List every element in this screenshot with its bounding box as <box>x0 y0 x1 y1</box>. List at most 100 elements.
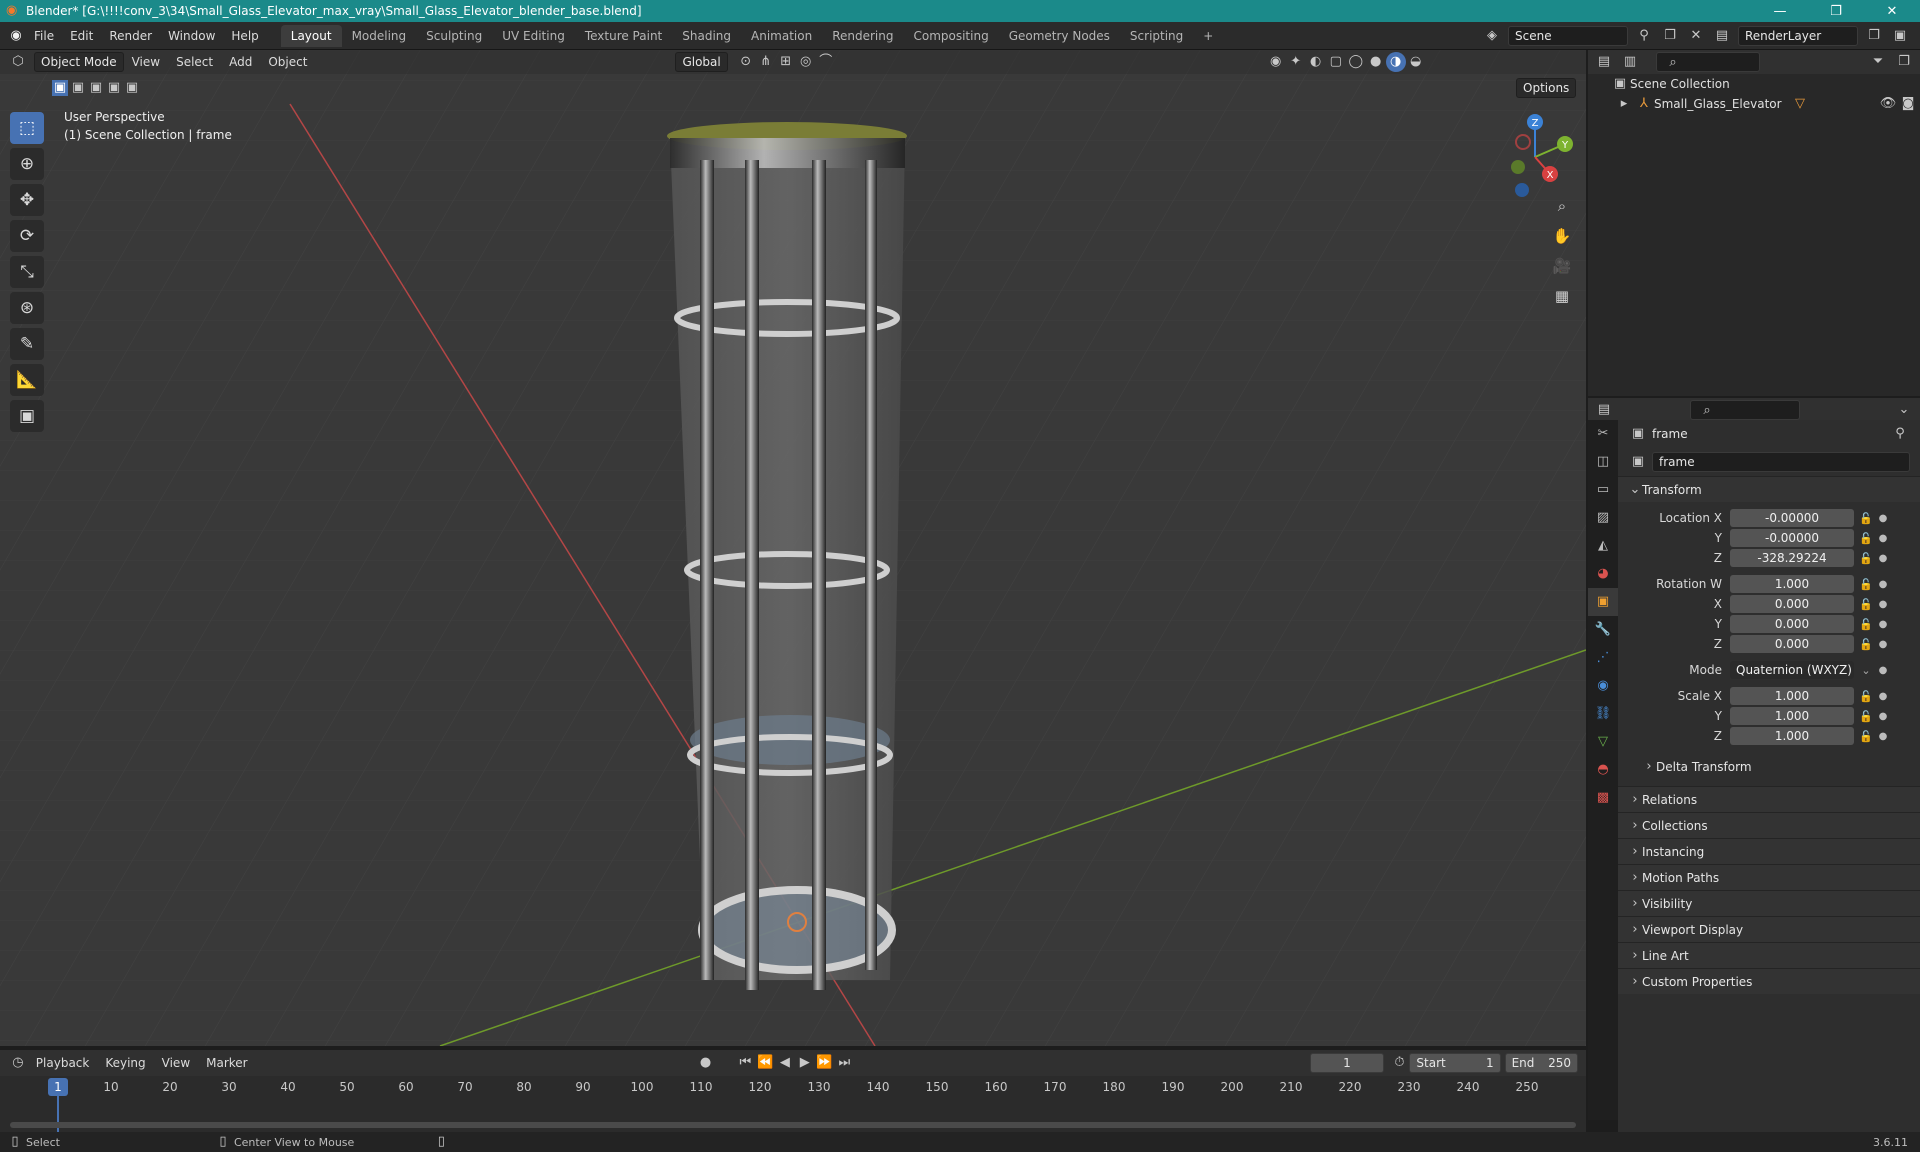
viewport-menu-add[interactable]: Add <box>221 55 260 69</box>
rotation-z-field[interactable]: 0.000 <box>1730 635 1854 653</box>
jump-keyframe-forward-icon[interactable]: ⏩ <box>815 1053 835 1073</box>
lock-icon[interactable]: 🔓 <box>1854 730 1878 743</box>
keyframe-dot-icon[interactable]: ● <box>1878 665 1888 676</box>
menu-render[interactable]: Render <box>101 29 160 43</box>
shading-rendered-icon[interactable]: ◒ <box>1406 52 1426 72</box>
jump-end-icon[interactable]: ⏭ <box>834 1053 854 1073</box>
falloff-icon[interactable]: ⌒ <box>816 52 836 72</box>
motion-paths-panel-header[interactable]: › Motion Paths <box>1618 864 1920 890</box>
close-icon[interactable]: ✕ <box>1864 4 1920 19</box>
scale-y-field[interactable]: 1.000 <box>1730 707 1854 725</box>
collections-panel-header[interactable]: › Collections <box>1618 812 1920 838</box>
material-tab-icon[interactable]: ◓ <box>1588 756 1618 784</box>
keyframe-dot-icon[interactable]: ● <box>1878 599 1888 610</box>
options-button[interactable]: Options <box>1516 78 1577 98</box>
delete-layer-icon[interactable]: ▣ <box>1890 26 1910 46</box>
scene-icon[interactable]: ◈ <box>1482 26 1502 46</box>
physics-tab-icon[interactable]: ◉ <box>1588 672 1618 700</box>
lock-icon[interactable]: 🔓 <box>1854 618 1878 631</box>
scene-name-field[interactable]: Scene <box>1508 25 1628 46</box>
3d-viewport[interactable]: ⬡ Object Mode View Select Add Object Glo… <box>0 50 1586 1046</box>
data-tab-icon[interactable]: ▽ <box>1588 728 1618 756</box>
select-new-icon[interactable]: ▣ <box>52 80 68 96</box>
lock-icon[interactable]: 🔓 <box>1854 578 1878 591</box>
texture-tab-icon[interactable]: ▩ <box>1588 784 1618 812</box>
scale-tool-icon[interactable]: ⤡ <box>10 256 44 288</box>
outliner-scene-collection[interactable]: ▣ Scene Collection <box>1588 74 1920 94</box>
overlay-icon[interactable]: ◐ <box>1306 52 1326 72</box>
tab-animation[interactable]: Animation <box>741 25 822 47</box>
add-workspace-icon[interactable]: + <box>1193 25 1223 47</box>
timeline-menu-playback[interactable]: Playback <box>28 1056 98 1070</box>
render-tab-icon[interactable]: ◫ <box>1588 448 1618 476</box>
tab-scripting[interactable]: Scripting <box>1120 25 1193 47</box>
camera-view-icon[interactable]: 🎥 <box>1548 252 1576 280</box>
tab-compositing[interactable]: Compositing <box>903 25 998 47</box>
lock-icon[interactable]: 🔓 <box>1854 598 1878 611</box>
instancing-panel-header[interactable]: › Instancing <box>1618 838 1920 864</box>
start-frame-field[interactable]: Start 1 <box>1409 1053 1501 1073</box>
timeline-menu-view[interactable]: View <box>154 1056 198 1070</box>
select-subtract-icon[interactable]: ▣ <box>88 80 104 96</box>
add-cube-tool-icon[interactable]: ▣ <box>10 400 44 432</box>
viewport-scene[interactable] <box>0 50 1586 1046</box>
proportional-edit-icon[interactable]: ◎ <box>796 52 816 72</box>
tab-modeling[interactable]: Modeling <box>342 25 417 47</box>
delete-scene-icon[interactable]: ✕ <box>1686 26 1706 46</box>
select-extend-icon[interactable]: ▣ <box>70 80 86 96</box>
keyframe-dot-icon[interactable]: ● <box>1878 553 1888 564</box>
pin-icon[interactable]: ⚲ <box>1634 26 1654 46</box>
keyframe-dot-icon[interactable]: ● <box>1878 619 1888 630</box>
outliner-editor-icon[interactable]: ▤ <box>1594 52 1614 72</box>
properties-search-input[interactable]: ⌕ <box>1690 400 1800 420</box>
blender-menu-icon[interactable]: ◉ <box>6 26 26 46</box>
transform-tool-icon[interactable]: ⊛ <box>10 292 44 324</box>
lock-icon[interactable]: 🔓 <box>1854 710 1878 723</box>
menu-window[interactable]: Window <box>160 29 223 43</box>
expand-arrow-icon[interactable]: ▸ <box>1614 94 1634 114</box>
editor-type-icon[interactable]: ⬡ <box>8 52 28 72</box>
relations-panel-header[interactable]: › Relations <box>1618 786 1920 812</box>
location-z-field[interactable]: -328.29224 <box>1730 549 1854 567</box>
keyframe-dot-icon[interactable]: ● <box>1878 691 1888 702</box>
lock-icon[interactable]: 🔓 <box>1854 532 1878 545</box>
tab-rendering[interactable]: Rendering <box>822 25 903 47</box>
scale-x-field[interactable]: 1.000 <box>1730 687 1854 705</box>
transform-panel-header[interactable]: ⌄ Transform <box>1618 476 1920 502</box>
object-datablock-icon[interactable]: ▣ <box>1628 452 1648 472</box>
outliner-item[interactable]: ▸ ⅄ Small_Glass_Elevator ▽ 👁 ◙ <box>1588 94 1920 114</box>
keyframe-dot-icon[interactable]: ● <box>1878 513 1888 524</box>
tab-geometry-nodes[interactable]: Geometry Nodes <box>999 25 1120 47</box>
new-layer-icon[interactable]: ❐ <box>1864 26 1884 46</box>
tab-layout[interactable]: Layout <box>280 24 342 47</box>
timeline-editor-icon[interactable]: ◷ <box>8 1053 28 1073</box>
lock-icon[interactable]: 🔓 <box>1854 690 1878 703</box>
shading-wireframe-icon[interactable]: ◯ <box>1346 52 1366 72</box>
rotation-y-field[interactable]: 0.000 <box>1730 615 1854 633</box>
custom-properties-panel-header[interactable]: › Custom Properties <box>1618 968 1920 994</box>
measure-tool-icon[interactable]: 📐 <box>10 364 44 396</box>
mode-selector[interactable]: Object Mode <box>34 52 124 72</box>
lock-icon[interactable]: 🔓 <box>1854 552 1878 565</box>
lock-icon[interactable]: 🔓 <box>1854 512 1878 525</box>
menu-file[interactable]: File <box>26 29 62 43</box>
scale-z-field[interactable]: 1.000 <box>1730 727 1854 745</box>
location-x-field[interactable]: -0.00000 <box>1730 509 1854 527</box>
object-name-field[interactable]: frame <box>1652 452 1910 472</box>
modifier-tab-icon[interactable]: 🔧 <box>1588 616 1618 644</box>
tab-sculpting[interactable]: Sculpting <box>416 25 492 47</box>
keyframe-dot-icon[interactable]: ● <box>1878 711 1888 722</box>
timeline-scrollbar[interactable] <box>10 1122 1576 1128</box>
new-scene-icon[interactable]: ❐ <box>1660 26 1680 46</box>
jump-start-icon[interactable]: ⏮ <box>735 1053 755 1073</box>
cursor-tool-icon[interactable]: ⊕ <box>10 148 44 180</box>
render-layer-icon[interactable]: ▤ <box>1712 26 1732 46</box>
tab-texture-paint[interactable]: Texture Paint <box>575 25 672 47</box>
properties-editor-icon[interactable]: ▤ <box>1594 400 1614 420</box>
end-frame-field[interactable]: End 250 <box>1504 1053 1578 1073</box>
visibility-icon[interactable]: ◉ <box>1266 52 1286 72</box>
gizmo-toggle-icon[interactable]: ✦ <box>1286 52 1306 72</box>
keyframe-dot-icon[interactable]: ● <box>1878 639 1888 650</box>
keyframe-dot-icon[interactable]: ● <box>1878 579 1888 590</box>
zoom-icon[interactable]: ⌕ <box>1548 192 1576 220</box>
